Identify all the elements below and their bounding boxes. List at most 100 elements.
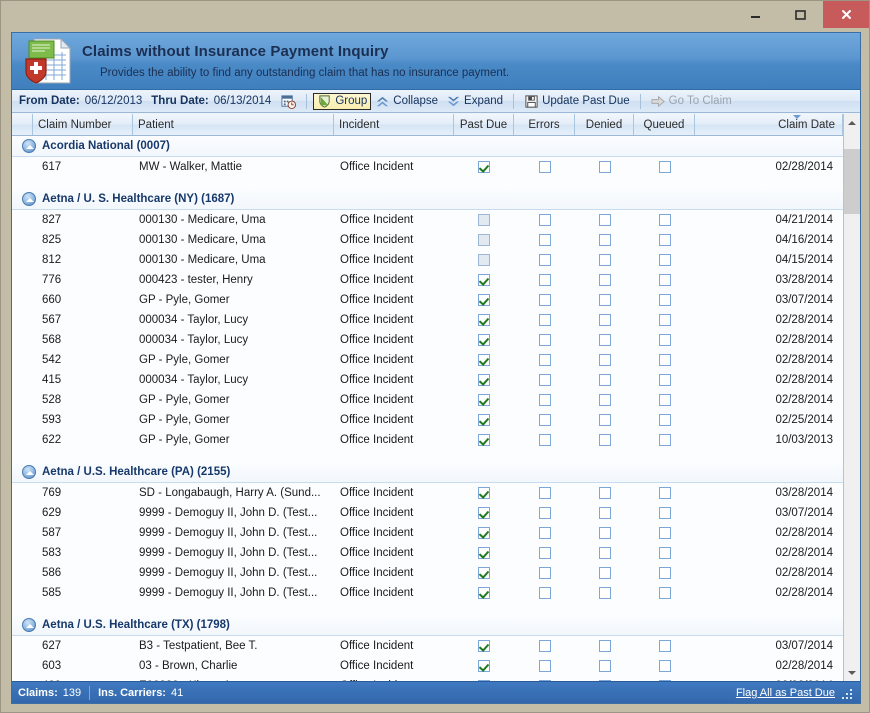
past_due-checkbox[interactable]: [478, 547, 490, 559]
cell-errors[interactable]: [514, 161, 575, 173]
cell-errors[interactable]: [514, 640, 575, 652]
column-header-claim_number[interactable]: Claim Number: [33, 114, 133, 135]
cell-queued[interactable]: [634, 527, 695, 539]
cell-queued[interactable]: [634, 334, 695, 346]
past_due-checkbox[interactable]: [478, 334, 490, 346]
denied-checkbox[interactable]: [598, 161, 611, 173]
past_due-checkbox[interactable]: [478, 487, 490, 499]
table-row[interactable]: 769 SD - Longabaugh, Harry A. (Sund... Off…: [12, 483, 843, 503]
past_due-checkbox[interactable]: [478, 507, 490, 519]
cell-past_due[interactable]: [454, 507, 514, 519]
queued-checkbox[interactable]: [658, 660, 671, 672]
denied-checkbox[interactable]: [598, 374, 611, 386]
queued-checkbox[interactable]: [658, 487, 671, 499]
cell-past_due[interactable]: [454, 487, 514, 499]
cell-past_due[interactable]: [454, 314, 514, 326]
queued-checkbox[interactable]: [658, 334, 671, 346]
cell-queued[interactable]: [634, 394, 695, 406]
cell-denied[interactable]: [575, 567, 634, 579]
past_due-checkbox[interactable]: [478, 527, 490, 539]
cell-denied[interactable]: [575, 234, 634, 246]
past_due-checkbox[interactable]: [478, 587, 490, 599]
group-button[interactable]: Group: [313, 92, 372, 110]
past_due-checkbox[interactable]: [478, 314, 490, 326]
queued-checkbox[interactable]: [658, 414, 671, 426]
cell-denied[interactable]: [575, 294, 634, 306]
past_due-checkbox[interactable]: [478, 660, 490, 672]
table-row[interactable]: 593 GP - Pyle, Gomer Office Incident 02/25/…: [12, 410, 843, 430]
cell-denied[interactable]: [575, 507, 634, 519]
cell-errors[interactable]: [514, 507, 575, 519]
errors-checkbox[interactable]: [538, 294, 551, 306]
errors-checkbox[interactable]: [538, 507, 551, 519]
cell-denied[interactable]: [575, 527, 634, 539]
table-row[interactable]: 827 000130 - Medicare, Uma Office Incident…: [12, 210, 843, 230]
past_due-checkbox[interactable]: [478, 354, 490, 366]
queued-checkbox[interactable]: [658, 314, 671, 326]
table-row[interactable]: 568 000034 - Taylor, Lucy Office Incident 0…: [12, 330, 843, 350]
queued-checkbox[interactable]: [658, 354, 671, 366]
scroll-down-button[interactable]: [844, 664, 860, 681]
cell-queued[interactable]: [634, 254, 695, 266]
table-row[interactable]: 622 GP - Pyle, Gomer Office Incident 10/03/…: [12, 430, 843, 450]
cell-queued[interactable]: [634, 640, 695, 652]
denied-checkbox[interactable]: [598, 354, 611, 366]
queued-checkbox[interactable]: [658, 254, 671, 266]
cell-errors[interactable]: [514, 394, 575, 406]
denied-checkbox[interactable]: [598, 294, 611, 306]
past_due-checkbox[interactable]: [478, 394, 490, 406]
resize-grip-icon[interactable]: [842, 687, 854, 699]
errors-checkbox[interactable]: [538, 547, 551, 559]
denied-checkbox[interactable]: [598, 214, 611, 226]
cell-queued[interactable]: [634, 374, 695, 386]
cell-denied[interactable]: [575, 254, 634, 266]
table-row[interactable]: 629 9999 - Demoguy II, John D. (Test... Of…: [12, 503, 843, 523]
group-header-row[interactable]: Aetna / U. S. Healthcare (NY) (1687): [12, 189, 843, 210]
cell-errors[interactable]: [514, 274, 575, 286]
errors-checkbox[interactable]: [538, 334, 551, 346]
minimize-button[interactable]: [733, 1, 778, 27]
table-row[interactable]: 586 9999 - Demoguy II, John D. (Test... Of…: [12, 563, 843, 583]
group-collapse-toggle-icon[interactable]: [22, 192, 36, 206]
cell-past_due[interactable]: [454, 527, 514, 539]
cell-queued[interactable]: [634, 587, 695, 599]
denied-checkbox[interactable]: [598, 487, 611, 499]
errors-checkbox[interactable]: [538, 527, 551, 539]
denied-checkbox[interactable]: [598, 274, 611, 286]
past_due-checkbox[interactable]: [478, 161, 490, 173]
group-header-row[interactable]: Aetna / U.S. Healthcare (PA) (2155): [12, 462, 843, 483]
column-header-past_due[interactable]: Past Due: [454, 114, 514, 135]
denied-checkbox[interactable]: [598, 434, 611, 446]
cell-errors[interactable]: [514, 334, 575, 346]
cell-queued[interactable]: [634, 161, 695, 173]
past_due-checkbox[interactable]: [478, 434, 490, 446]
errors-checkbox[interactable]: [538, 234, 551, 246]
cell-errors[interactable]: [514, 214, 575, 226]
table-row[interactable]: 587 9999 - Demoguy II, John D. (Test... Of…: [12, 523, 843, 543]
cell-queued[interactable]: [634, 414, 695, 426]
cell-errors[interactable]: [514, 527, 575, 539]
cell-queued[interactable]: [634, 567, 695, 579]
cell-errors[interactable]: [514, 487, 575, 499]
group-header-row[interactable]: Aetna / U.S. Healthcare (TX) (1798): [12, 615, 843, 636]
denied-checkbox[interactable]: [598, 314, 611, 326]
errors-checkbox[interactable]: [538, 161, 551, 173]
denied-checkbox[interactable]: [598, 527, 611, 539]
cell-errors[interactable]: [514, 660, 575, 672]
errors-checkbox[interactable]: [538, 640, 551, 652]
table-row[interactable]: 585 9999 - Demoguy II, John D. (Test... Of…: [12, 583, 843, 603]
cell-past_due[interactable]: [454, 374, 514, 386]
denied-checkbox[interactable]: [598, 234, 611, 246]
cell-past_due[interactable]: [454, 640, 514, 652]
table-row[interactable]: 617 MW - Walker, Mattie Office Incident 02/…: [12, 157, 843, 177]
errors-checkbox[interactable]: [538, 587, 551, 599]
group-header-row[interactable]: Acordia National (0007): [12, 136, 843, 157]
group-collapse-toggle-icon[interactable]: [22, 465, 36, 479]
column-header-errors[interactable]: Errors: [514, 114, 575, 135]
date-picker-button[interactable]: [277, 93, 300, 110]
cell-queued[interactable]: [634, 507, 695, 519]
cell-queued[interactable]: [634, 660, 695, 672]
cell-errors[interactable]: [514, 587, 575, 599]
cell-errors[interactable]: [514, 434, 575, 446]
column-header-indicator[interactable]: [12, 114, 33, 135]
